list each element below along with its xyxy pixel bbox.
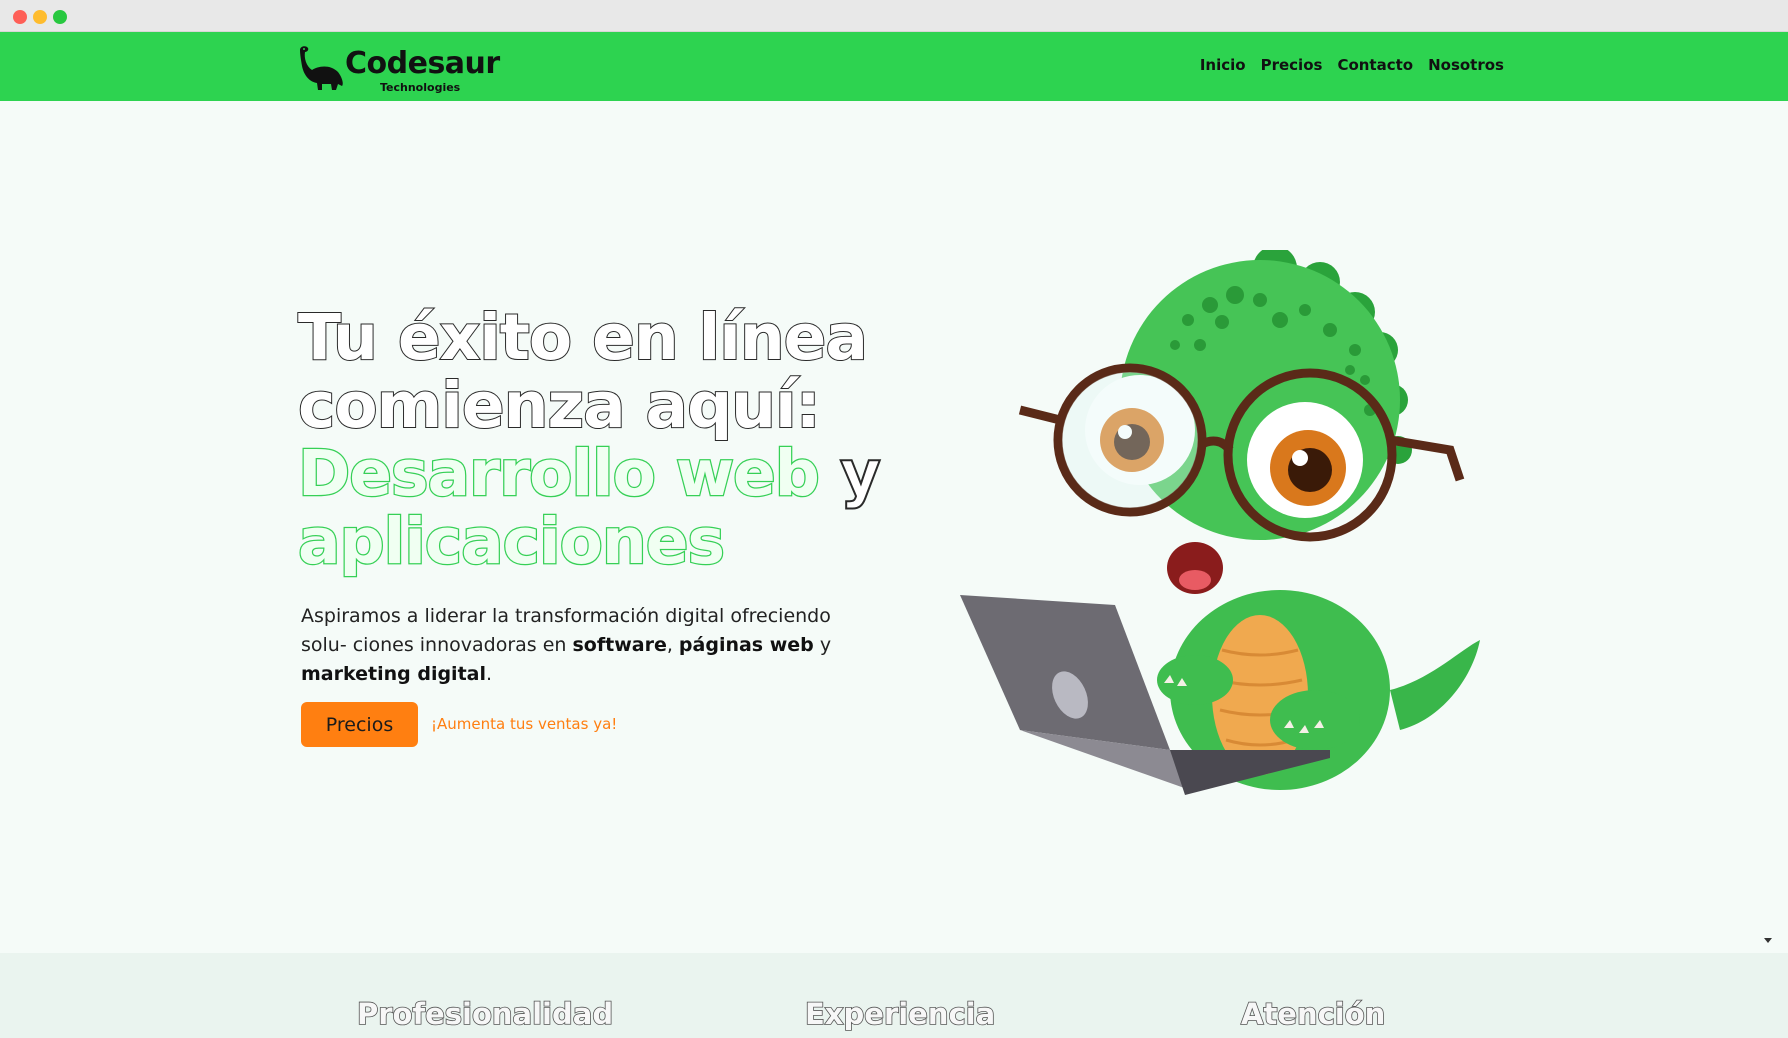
feature-experiencia: Experiencia (804, 996, 996, 1032)
minimize-window-button[interactable] (33, 10, 47, 24)
hero-desc-end: . (485, 663, 493, 685)
hero-title-and: y (818, 437, 882, 510)
feature-profesionalidad: Profesionalidad (356, 996, 614, 1032)
brand-logo[interactable]: Codesaur Technologies (296, 42, 506, 94)
main-nav: Inicio Precios Contacto Nosotros (1200, 56, 1504, 74)
dinosaur-icon (300, 46, 343, 90)
dinosaur-with-laptop-illustration (960, 250, 1480, 795)
window-titlebar (0, 0, 1788, 32)
precios-button[interactable]: Precios (301, 702, 418, 747)
brand-name: Codesaur (345, 46, 500, 81)
features-strip: Profesionalidad Experiencia Atención (0, 953, 1788, 1038)
hero-desc-sep2: y (813, 634, 832, 656)
hero-desc-marketing: marketing digital (301, 663, 486, 685)
cta-text: ¡Aumenta tus ventas ya! (431, 715, 618, 733)
hero-desc-web: páginas web (678, 634, 814, 656)
nav-link-contacto[interactable]: Contacto (1337, 56, 1413, 74)
hero-desc-sep1: , (666, 634, 679, 656)
hero-description: Aspiramos a liderar la transformación di… (301, 602, 881, 689)
feature-atencion: Atención (1240, 996, 1386, 1032)
maximize-window-button[interactable] (53, 10, 67, 24)
nav-link-precios[interactable]: Precios (1261, 56, 1323, 74)
brand-tagline: Technologies (380, 81, 461, 94)
hero-title-highlight2: aplicaciones (297, 505, 726, 578)
hero-title: Tu éxito en línea comienza aquí: Desarro… (297, 301, 938, 578)
hero-title-highlight1: Desarrollo web (297, 437, 821, 510)
scroll-down-icon[interactable] (1764, 938, 1772, 943)
nav-link-inicio[interactable]: Inicio (1200, 56, 1246, 74)
top-navbar: Codesaur Technologies Inicio Precios Con… (0, 32, 1788, 101)
nav-link-nosotros[interactable]: Nosotros (1428, 56, 1504, 74)
hero-title-line2: comienza aquí: (297, 369, 822, 442)
hero-desc-software: software (572, 634, 667, 656)
hero-title-line1: Tu éxito en línea (297, 301, 869, 374)
close-window-button[interactable] (13, 10, 27, 24)
